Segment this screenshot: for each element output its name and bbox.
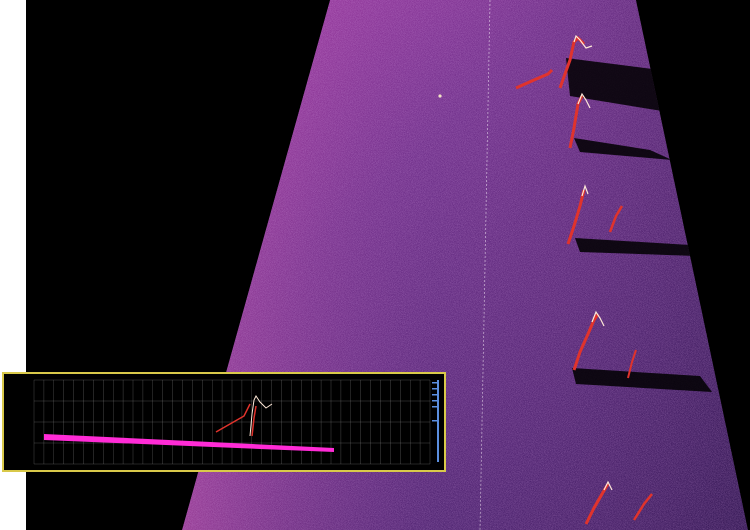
profile-inset-chart <box>33 379 439 465</box>
inset-right-scale <box>432 380 439 462</box>
small-echo <box>438 94 442 98</box>
inset-echo <box>215 395 273 437</box>
profile-inset-panel <box>2 372 446 472</box>
